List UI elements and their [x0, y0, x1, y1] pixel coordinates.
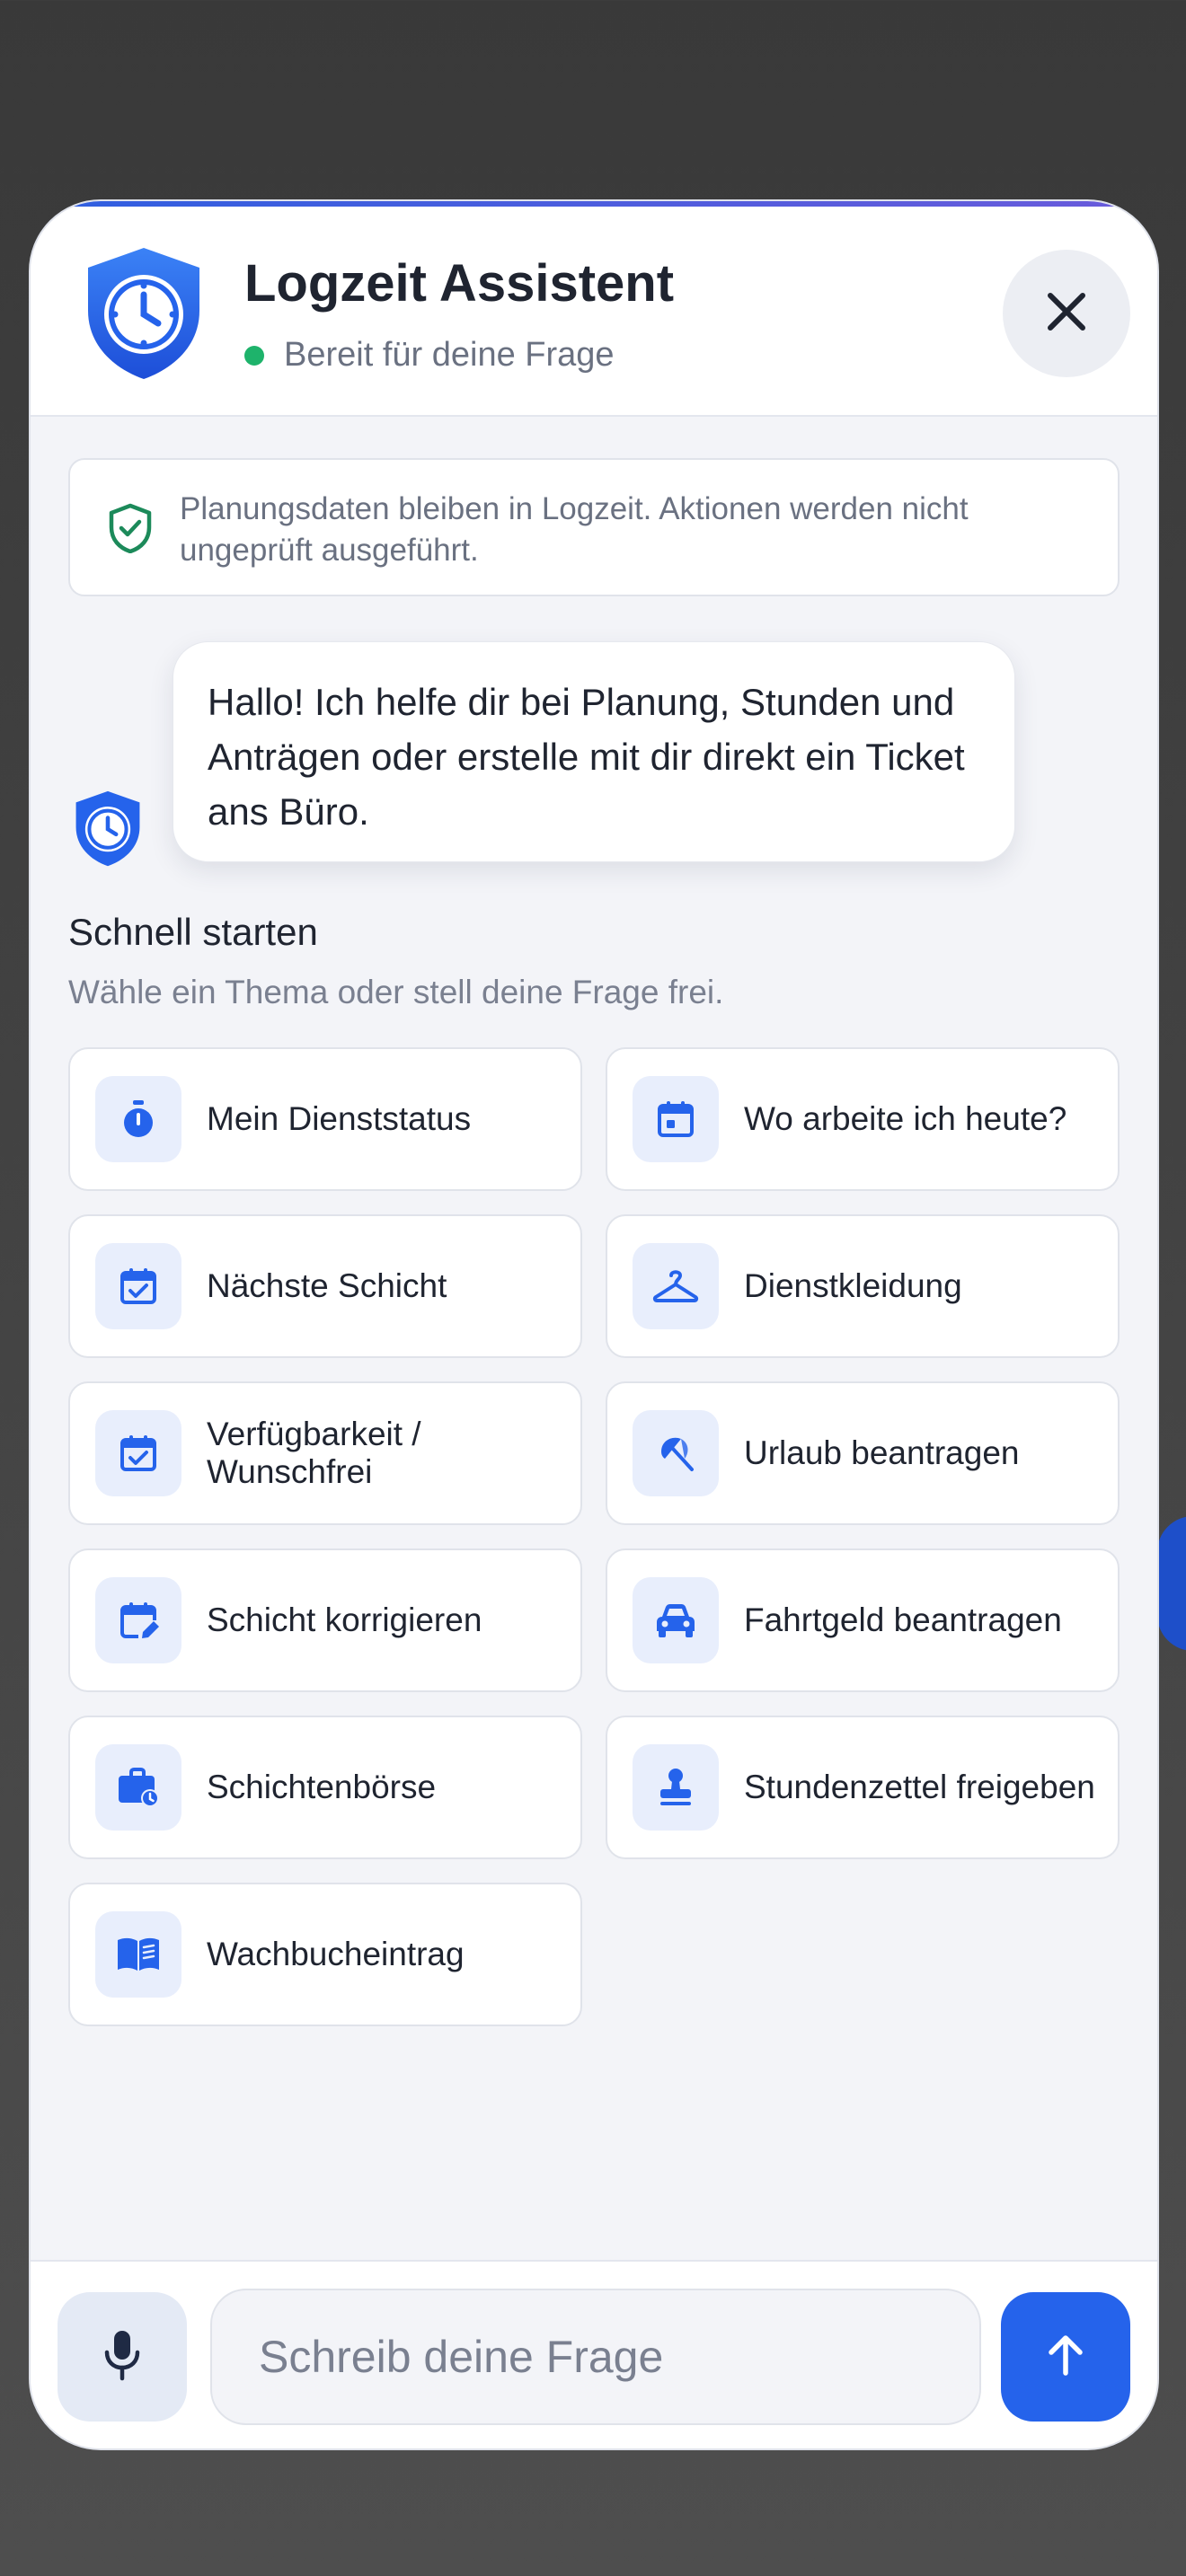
quick-start-schicht-korrigieren[interactable]: Schicht korrigieren: [68, 1548, 582, 1692]
dialog-title: Logzeit Assistent: [244, 254, 675, 313]
beach-umbrella-icon: [633, 1410, 719, 1496]
chip-label: Dienstkleidung: [744, 1267, 962, 1304]
quick-start-dienststatus[interactable]: Mein Dienststatus: [68, 1047, 582, 1191]
quick-start-fahrtgeld-beantragen[interactable]: Fahrtgeld beantragen: [606, 1548, 1120, 1692]
header-accent-line: [31, 201, 1157, 207]
calendar-day-icon: [633, 1076, 719, 1162]
microphone-button[interactable]: [58, 2292, 187, 2422]
quick-start-dienstkleidung[interactable]: Dienstkleidung: [606, 1214, 1120, 1358]
privacy-notice-text: Planungsdaten bleiben in Logzeit. Aktion…: [180, 491, 969, 568]
shield-clock-icon: [81, 244, 207, 381]
quick-start-subtitle: Wähle ein Thema oder stell deine Frage f…: [68, 974, 724, 1010]
chip-label: Mein Dienststatus: [207, 1100, 472, 1137]
background-floating-button: [1157, 1516, 1186, 1651]
message-input-wrapper: [210, 2289, 981, 2425]
close-button[interactable]: [1003, 250, 1130, 377]
send-button[interactable]: [1001, 2292, 1130, 2422]
assistant-dialog: Logzeit Assistent Bereit für deine Frage…: [29, 199, 1159, 2450]
dialog-header: Logzeit Assistent Bereit für deine Frage: [31, 201, 1157, 417]
car-icon: [633, 1577, 719, 1663]
assistant-status: Bereit für deine Frage: [244, 336, 615, 375]
chip-label: Wachbucheintrag: [207, 1936, 465, 1972]
message-input[interactable]: [212, 2290, 979, 2423]
chip-label: Nächste Schicht: [207, 1267, 447, 1304]
chip-label: Schichtenbörse: [207, 1769, 437, 1805]
chip-label: Stundenzettel freigeben: [744, 1769, 1095, 1805]
quick-start-urlaub-beantragen[interactable]: Urlaub beantragen: [606, 1381, 1120, 1525]
quick-start-title: Schnell starten: [68, 911, 318, 953]
chip-label: Wo arbeite ich heute?: [744, 1100, 1067, 1137]
message-composer: [31, 2260, 1157, 2448]
arrow-up-icon: [1040, 2330, 1091, 2385]
chip-label: Verfügbarkeit / Wunschfrei: [207, 1416, 421, 1490]
calendar-check-icon: [95, 1243, 181, 1329]
stopwatch-icon: [95, 1076, 181, 1162]
quick-start-verfuegbarkeit[interactable]: Verfügbarkeit / Wunschfrei: [68, 1381, 582, 1525]
quick-start-wachbucheintrag[interactable]: Wachbucheintrag: [68, 1883, 582, 2026]
quick-start-naechste-schicht[interactable]: Nächste Schicht: [68, 1214, 582, 1358]
quick-start-stundenzettel-freigeben[interactable]: Stundenzettel freigeben: [606, 1716, 1120, 1859]
privacy-notice: Planungsdaten bleiben in Logzeit. Aktion…: [68, 458, 1120, 596]
status-dot: [244, 345, 264, 366]
bot-message-bubble: Hallo! Ich helfe dir bei Planung, Stunde…: [173, 641, 1015, 862]
close-icon: [1045, 290, 1088, 338]
book-icon: [95, 1911, 181, 1998]
briefcase-clock-icon: [95, 1744, 181, 1831]
status-text: Bereit für deine Frage: [284, 336, 615, 374]
quick-start-wo-arbeite-ich-heute[interactable]: Wo arbeite ich heute?: [606, 1047, 1120, 1191]
microphone-icon: [102, 2328, 142, 2386]
bot-avatar-shield-icon: [72, 789, 144, 868]
hanger-icon: [633, 1243, 719, 1329]
chip-label: Fahrtgeld beantragen: [744, 1601, 1062, 1638]
calendar-edit-icon: [95, 1577, 181, 1663]
calendar-check-icon: [95, 1410, 181, 1496]
chip-label: Urlaub beantragen: [744, 1434, 1020, 1471]
shield-check-icon: [108, 503, 153, 558]
stamp-icon: [633, 1744, 719, 1831]
quick-start-schichtenboerse[interactable]: Schichtenbörse: [68, 1716, 582, 1859]
chip-label: Schicht korrigieren: [207, 1601, 482, 1638]
